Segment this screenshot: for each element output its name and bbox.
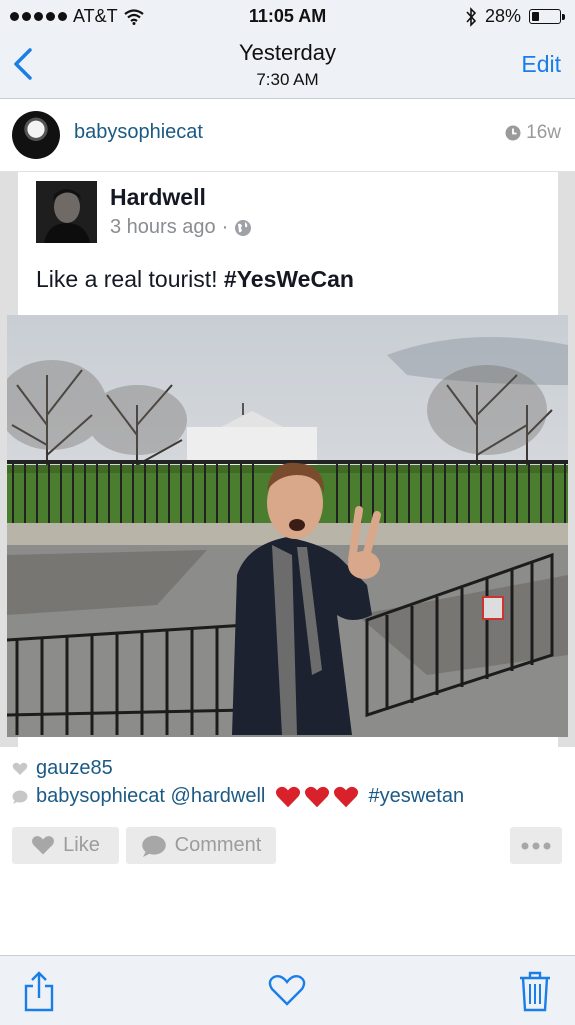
shared-post-hashtag: #YesWeCan — [223, 266, 354, 292]
shared-post-text: Like a real tourist! #YesWeCan — [36, 266, 354, 293]
heart-icon — [268, 974, 306, 1006]
speech-bubble-icon — [12, 790, 28, 804]
comment-hearts — [275, 786, 359, 808]
like-label: Like — [63, 834, 100, 856]
shared-post-text-plain: Like a real tourist! — [36, 266, 224, 292]
author-portrait — [36, 181, 97, 243]
shared-post-author: Hardwell — [110, 184, 206, 210]
meta-separator: · — [221, 216, 229, 238]
bluetooth-icon — [466, 6, 477, 27]
comment-hashtag[interactable]: #yeswetan — [368, 785, 464, 807]
comment-button[interactable]: Comment — [126, 827, 276, 864]
trash-icon — [520, 971, 550, 1012]
navigation-bar: Yesterday 7:30 AM Edit — [0, 32, 575, 99]
commenter-username[interactable]: babysophiecat — [36, 785, 165, 807]
comment-mention[interactable]: @hardwell — [171, 785, 266, 807]
comment-label: Comment — [174, 834, 262, 856]
share-button[interactable] — [22, 970, 56, 1017]
status-right: 28% — [465, 6, 565, 27]
speech-bubble-icon — [141, 835, 166, 857]
likes-row: gauze85 — [12, 757, 113, 780]
delete-button[interactable] — [518, 970, 552, 1017]
edit-button[interactable]: Edit — [521, 51, 561, 78]
photo-scene — [7, 315, 568, 737]
clock-icon — [505, 125, 521, 141]
red-heart-icon — [333, 786, 358, 807]
ellipsis-icon — [521, 842, 551, 849]
post-header: babysophiecat 16w — [0, 99, 575, 172]
liker-username[interactable]: gauze85 — [36, 757, 113, 780]
favorite-button[interactable] — [268, 974, 306, 1011]
avatar[interactable] — [12, 111, 60, 159]
red-heart-icon — [304, 786, 329, 807]
shared-post-meta: 3 hours ago · — [110, 216, 252, 239]
like-button[interactable]: Like — [12, 827, 119, 864]
battery-fill — [532, 12, 539, 21]
post-age: 16w — [505, 122, 561, 144]
status-bar: AT&T 11:05 AM 28% — [0, 0, 575, 32]
battery-icon — [529, 9, 565, 24]
red-heart-icon — [275, 786, 300, 807]
post-username[interactable]: babysophiecat — [74, 121, 203, 144]
post-photo[interactable]: Hardwell 3 hours ago · Like a real touri… — [0, 172, 575, 747]
globe-icon — [235, 219, 252, 236]
shared-post-avatar — [36, 181, 97, 243]
post-age-label: 16w — [526, 122, 561, 143]
shared-post-time: 3 hours ago — [110, 216, 216, 238]
bottom-toolbar — [0, 955, 575, 1025]
nav-subtitle: 7:30 AM — [256, 70, 319, 89]
comment-row: babysophiecat @hardwell #yeswetan — [12, 785, 464, 808]
heart-icon — [12, 762, 28, 775]
heart-icon — [32, 836, 55, 855]
share-icon — [24, 971, 54, 1012]
nav-title: Yesterday — [238, 40, 337, 65]
battery-percent: 28% — [484, 6, 521, 26]
more-options-button[interactable] — [510, 827, 562, 864]
